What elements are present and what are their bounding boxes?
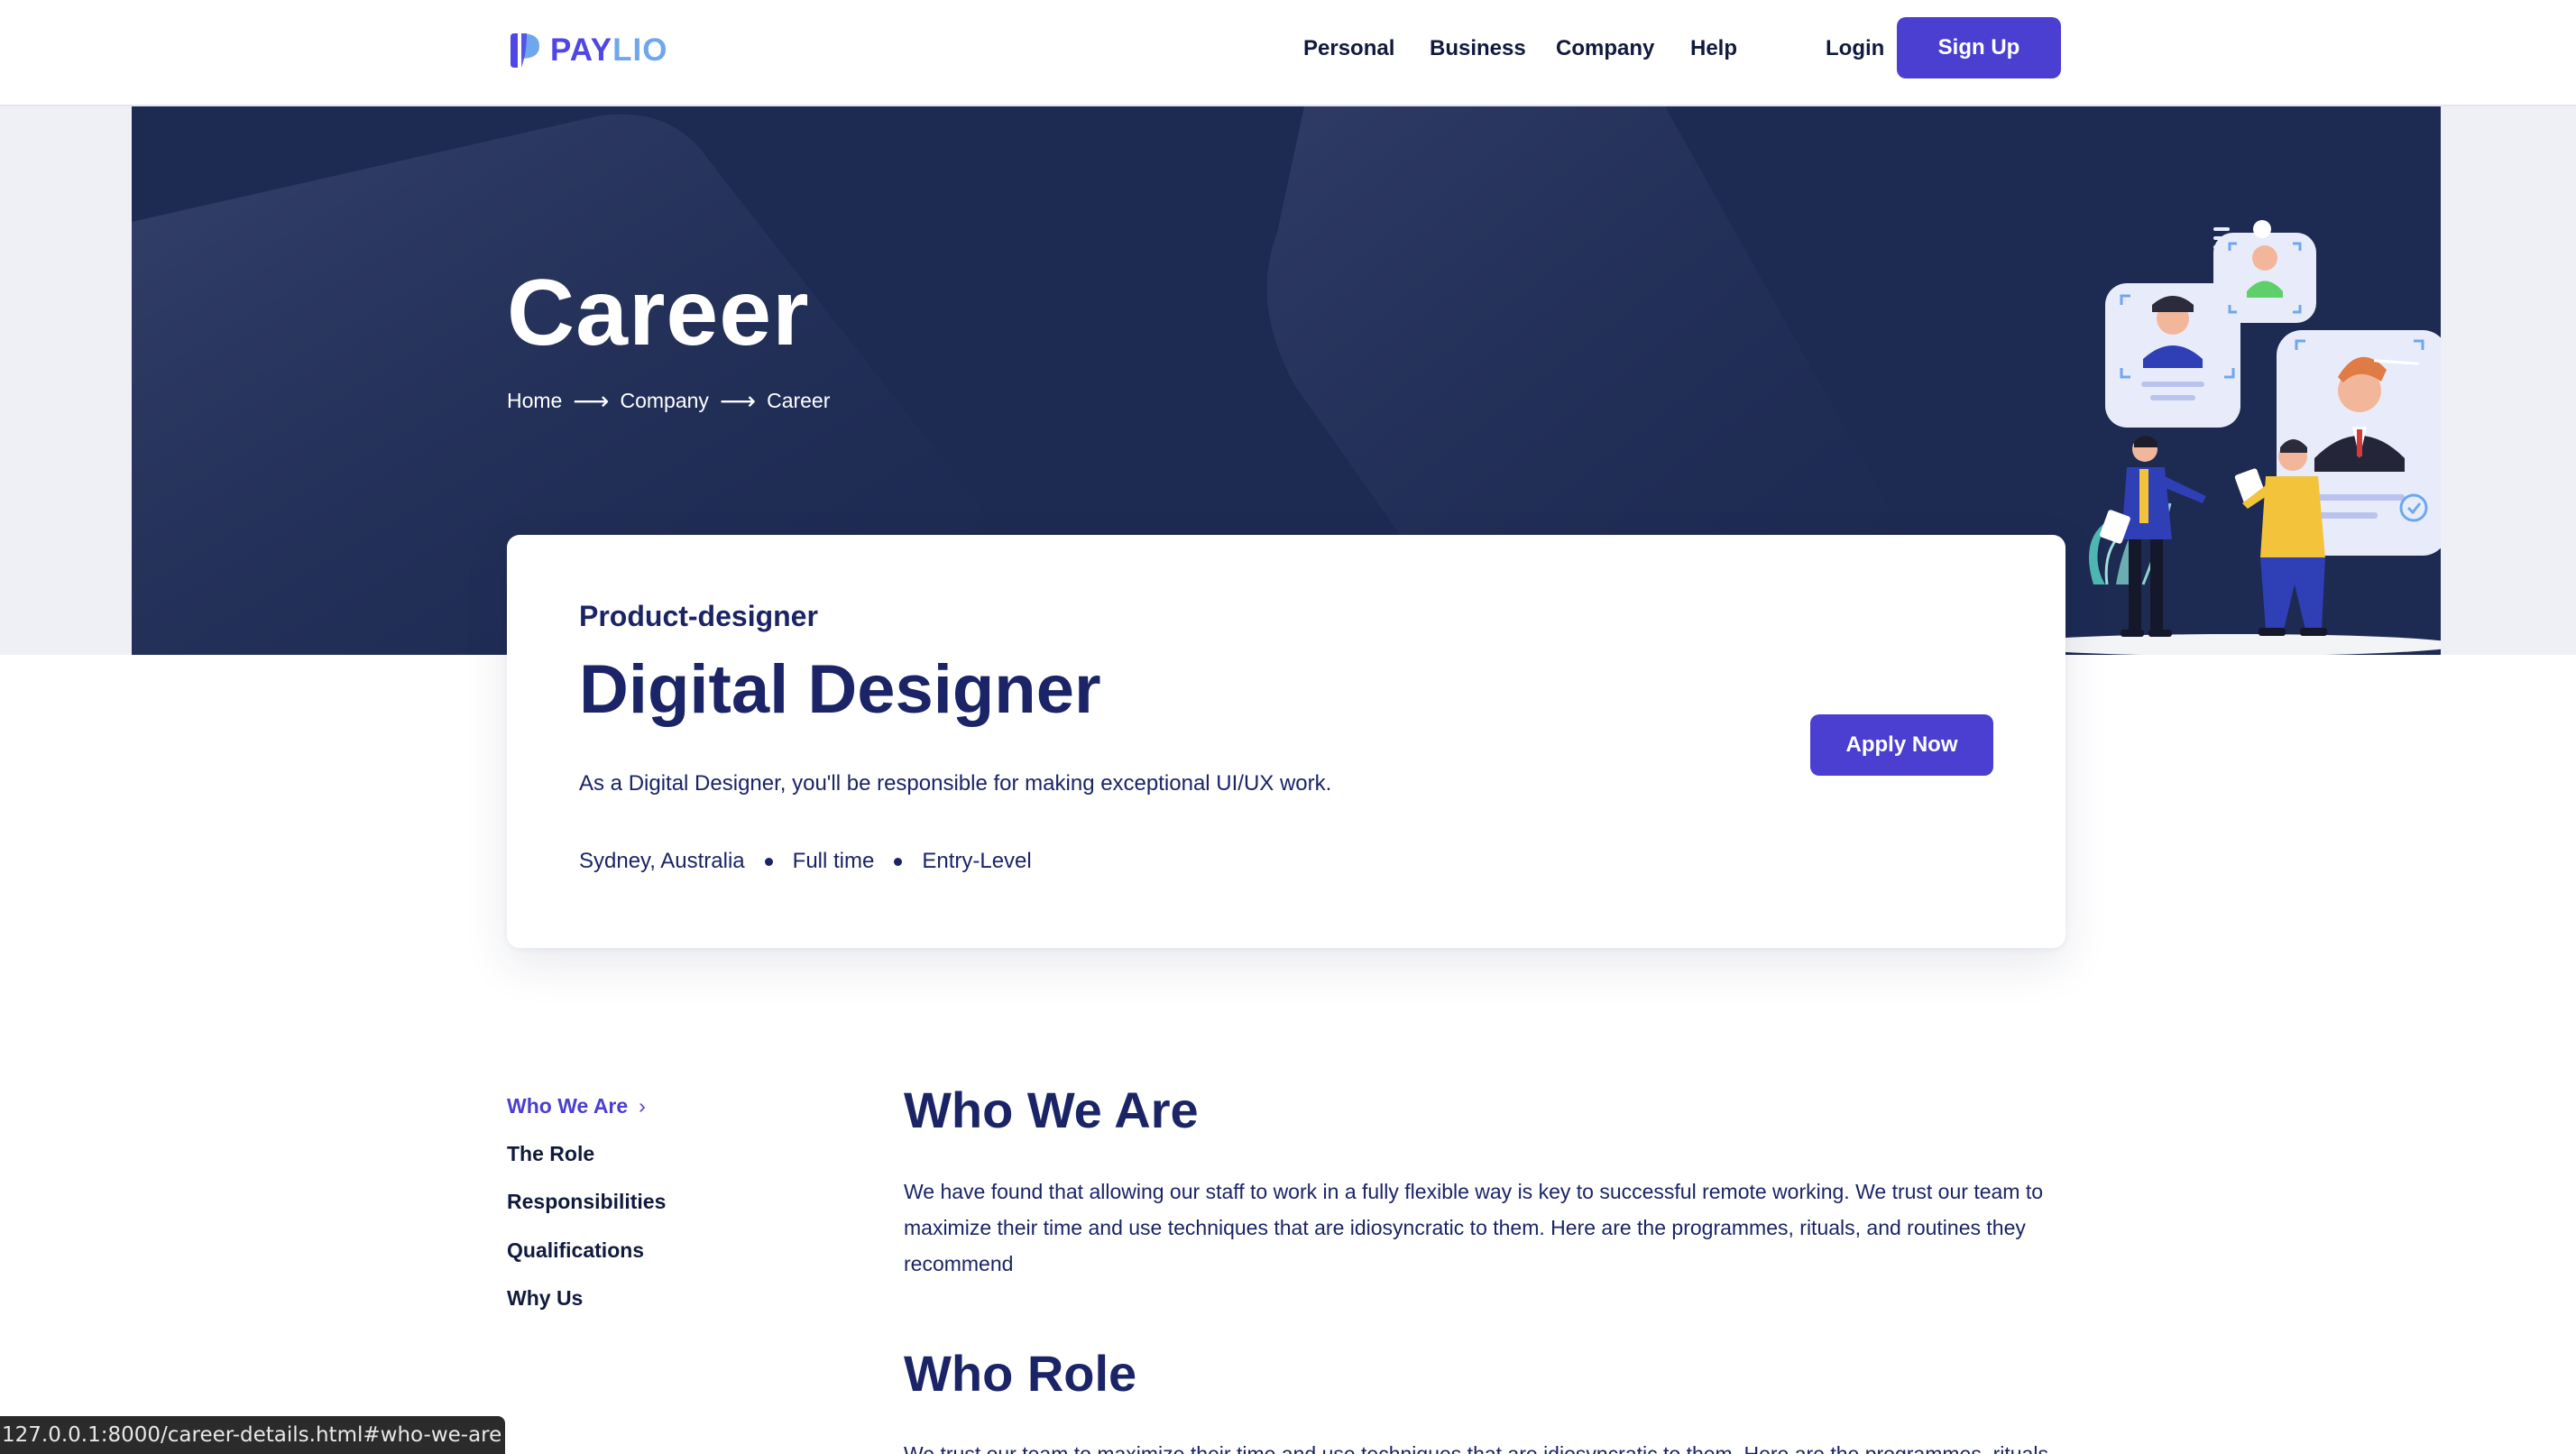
job-type: Full time [792,849,875,873]
section-nav-the-role[interactable]: The Role [507,1139,594,1168]
browser-status-bar: 127.0.0.1:8000/career-details.html#who-w… [0,1416,505,1454]
section-nav-who-we-are[interactable]: Who We Are › [507,1091,646,1120]
section-title-who-we-are: Who We Are [904,1081,1199,1138]
login-link[interactable]: Login [1826,31,1884,67]
page-title: Career [507,261,810,365]
apply-now-button[interactable]: Apply Now [1810,714,1993,776]
chevron-right-icon: › [639,1094,646,1118]
nav-personal[interactable]: Personal [1303,31,1394,67]
section-title-who-role: Who Role [904,1345,1137,1402]
breadcrumb-career: Career [767,389,831,412]
section-nav-responsibilities[interactable]: Responsibilities [507,1187,666,1216]
breadcrumb-company[interactable]: Company [621,389,709,413]
job-meta: Sydney, Australia Full time Entry-Level [579,849,1032,874]
arrow-right-icon: ⟶ [573,387,610,415]
site-header: PAYLIO Personal Business Company Help Lo… [0,0,2576,106]
section-nav-label: Who We Are [507,1094,629,1118]
job-description: As a Digital Designer, you'll be respons… [579,771,1332,796]
job-level: Entry-Level [922,849,1032,873]
section-text-who-role: We trust our team to maximize their time… [904,1442,2048,1454]
bullet-dot-icon [894,857,903,866]
breadcrumb-home[interactable]: Home [507,389,562,413]
section-text-who-we-are: We have found that allowing our staff to… [904,1180,2044,1275]
job-summary-card: Product-designer Digital Designer As a D… [507,535,2065,948]
job-location: Sydney, Australia [579,849,745,873]
section-nav-why-us[interactable]: Why Us [507,1284,583,1312]
section-nav-qualifications[interactable]: Qualifications [507,1236,644,1265]
hero-side-panel-left [0,106,132,655]
logo-mark-icon [511,33,539,68]
job-category: Product-designer [579,600,818,632]
signup-button[interactable]: Sign Up [1897,17,2061,78]
bullet-dot-icon [764,857,773,866]
hero-side-panel-right [2441,106,2576,655]
job-title: Digital Designer [579,651,1101,728]
arrow-right-icon: ⟶ [719,387,757,415]
nav-business[interactable]: Business [1430,31,1526,67]
breadcrumb: Home ⟶ Company ⟶ Career [507,386,830,416]
brand-logo[interactable]: PAYLIO [507,31,667,70]
nav-company[interactable]: Company [1556,31,1654,67]
logo-wordmark: PAYLIO [550,32,668,68]
nav-help[interactable]: Help [1690,31,1737,67]
